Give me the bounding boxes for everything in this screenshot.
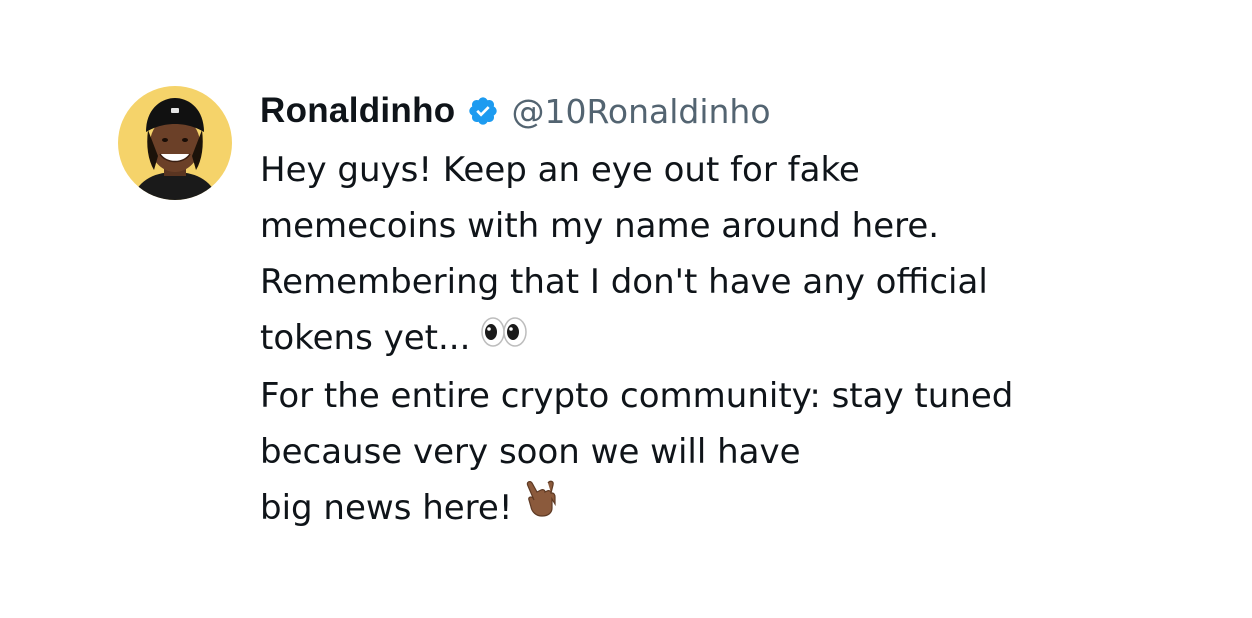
tweet-content: Ronaldinho @10Ronaldinho Hey guys! Keep …	[260, 86, 1160, 538]
tweet-header: Ronaldinho @10Ronaldinho	[260, 86, 1160, 136]
author-name[interactable]: Ronaldinho	[260, 91, 455, 131]
tweet-card: Ronaldinho @10Ronaldinho Hey guys! Keep …	[118, 86, 1160, 538]
tweet-text-line: Hey guys! Keep an eye out for fake	[260, 150, 860, 190]
tweet-text: Hey guys! Keep an eye out for fake memec…	[260, 142, 1160, 538]
avatar[interactable]	[118, 86, 232, 200]
verified-badge-icon	[467, 95, 499, 127]
tweet-text-line-with-emoji: big news here!	[260, 480, 1160, 538]
tweet-text-line: Remembering that I don't have any offici…	[260, 262, 988, 302]
author-handle[interactable]: @10Ronaldinho	[511, 92, 770, 131]
tweet-text-line: memecoins with my name around here.	[260, 206, 940, 246]
tweet-text-line: because very soon we will have	[260, 431, 801, 472]
tweet-text-line-with-emoji: tokens yet...	[260, 310, 1160, 368]
tweet-text-line: tokens yet...	[260, 318, 471, 358]
eyes-emoji	[480, 309, 528, 365]
avatar-image	[118, 86, 232, 200]
tweet-text-line: For the entire crypto community: stay tu…	[260, 375, 1014, 416]
tweet-text-line: big news here!	[260, 487, 513, 528]
call-me-hand-emoji	[522, 478, 558, 535]
